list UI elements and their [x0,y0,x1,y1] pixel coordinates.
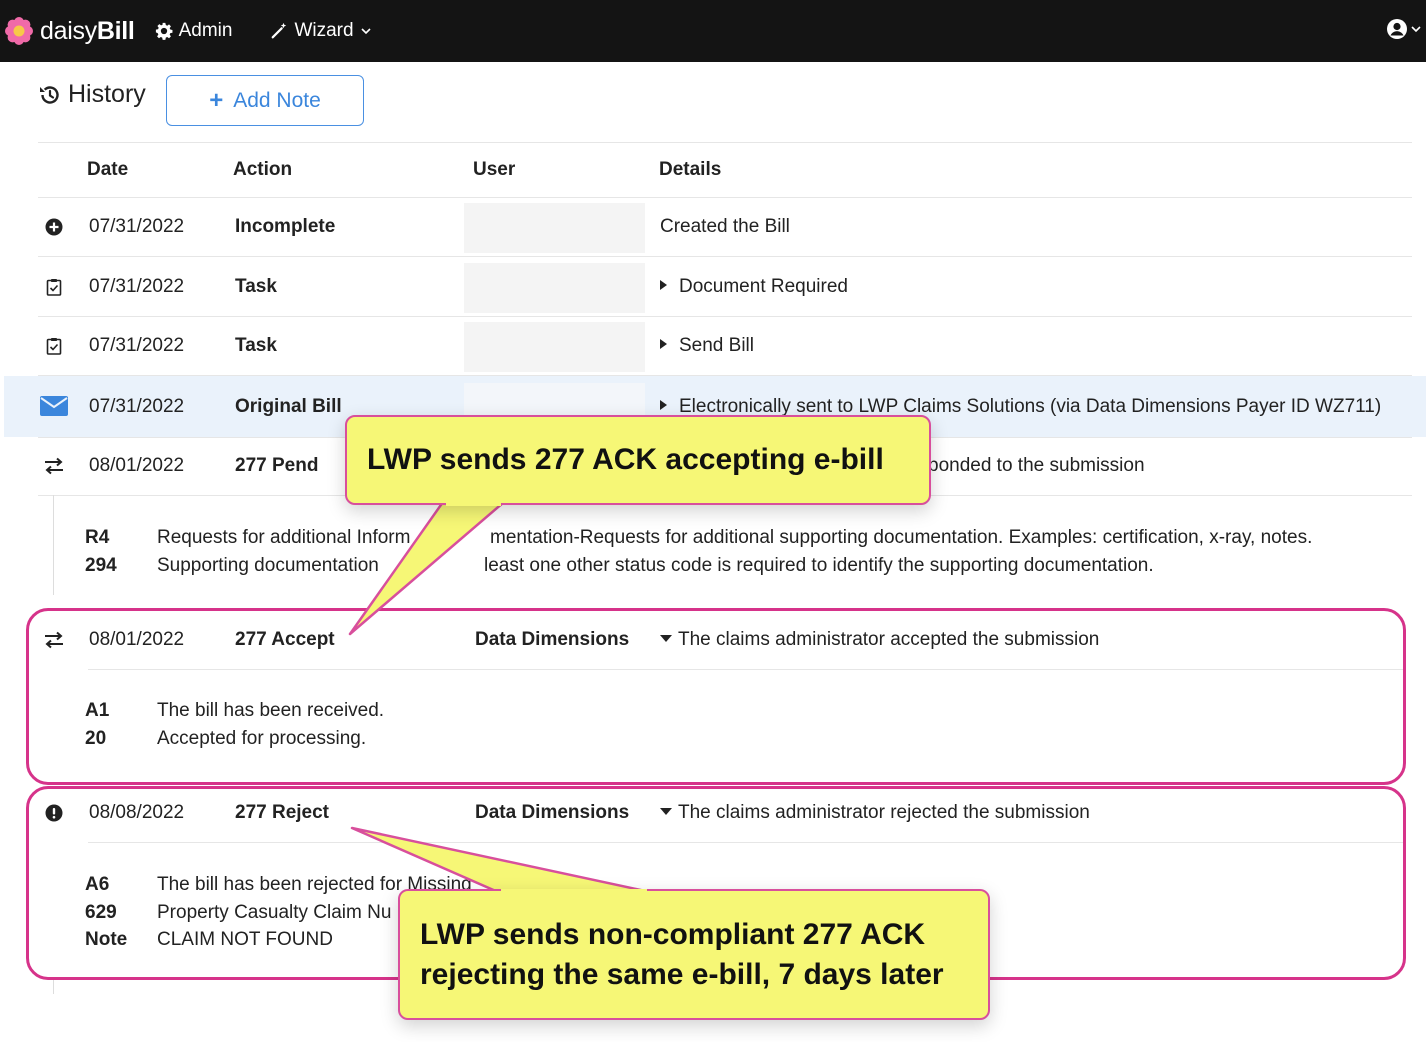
status-code: 294 [85,555,117,576]
exchange-icon [42,454,66,478]
caret-right-icon [660,400,667,410]
row-divider [38,316,1412,317]
add-note-button[interactable]: + Add Note [166,75,364,126]
status-description: least one other status code is required … [484,555,1154,576]
row-divider [38,256,1412,257]
envelope-icon [40,394,68,418]
nav-admin-label: Admin [178,20,233,41]
row-date: 07/31/2022 [89,396,185,417]
chevron-down-icon [1411,26,1421,33]
caret-right-icon [660,339,667,349]
callout-reject-text-line1: LWP sends non-compliant 277 ACK [420,917,926,951]
row-action: Incomplete [235,216,336,237]
callout-accept-text: LWP sends 277 ACK accepting e-bill [367,443,884,476]
row-user-redacted [464,203,645,253]
daisy-logo-icon [5,17,33,45]
nav-admin[interactable]: Admin [155,20,233,42]
brand-logo-link[interactable]: daisyBill [4,16,135,46]
callout-reject-text-line2: rejecting the same e-bill, 7 days later [420,957,944,991]
history-heading: History [38,80,146,109]
status-description: mentation-Requests for additional suppor… [490,527,1313,548]
callout-reject-annotation: LWP sends non-compliant 277 ACK rejectin… [398,889,990,1020]
row-user-redacted [464,263,645,313]
clipboard-check-icon [42,275,66,299]
nav-wizard-label: Wizard [294,20,354,41]
accept-row-highlight [26,608,1406,785]
row-user-redacted [464,322,645,372]
callout-accept-annotation: LWP sends 277 ACK accepting e-bill [345,415,931,505]
caret-right-icon [660,280,667,290]
magic-wand-icon [272,22,287,39]
brand-name: daisyBill [40,16,135,45]
row-details-expand[interactable]: Send Bill [660,335,754,357]
chevron-down-icon [360,28,371,35]
row-details: Created the Bill [660,216,790,237]
table-header-rule [38,197,1412,198]
history-icon [40,85,59,104]
row-action: Original Bill [235,396,342,417]
timeline-line [53,495,54,595]
table-top-rule [38,142,1412,143]
row-details: ponded to the submission [928,455,1145,476]
row-action: Task [235,335,277,356]
status-description: Supporting documentation [157,555,379,576]
gear-icon [155,22,173,40]
clipboard-check-icon [42,334,66,358]
status-code: R4 [85,527,110,548]
column-header-date: Date [87,159,129,180]
row-date: 07/31/2022 [89,276,185,297]
timeline-line [53,978,54,994]
row-date: 08/01/2022 [89,455,185,476]
column-header-details: Details [659,159,722,180]
user-menu[interactable] [1386,18,1422,40]
nav-wizard[interactable]: Wizard [270,20,371,42]
add-note-label: Add Note [233,88,321,112]
status-description: Requests for additional Inform [157,527,411,548]
row-date: 07/31/2022 [89,335,185,356]
column-header-action: Action [233,159,293,180]
column-header-user: User [473,159,516,180]
plus-icon: + [209,86,224,114]
row-action: 277 Pend [235,455,319,476]
row-details-expand[interactable]: Document Required [660,276,848,298]
row-action: Task [235,276,277,297]
row-date: 07/31/2022 [89,216,185,237]
user-circle-icon [1387,19,1407,39]
top-navbar: daisyBill Admin Wizard [0,0,1426,62]
plus-circle-icon [42,215,66,239]
history-title-text: History [68,80,146,108]
